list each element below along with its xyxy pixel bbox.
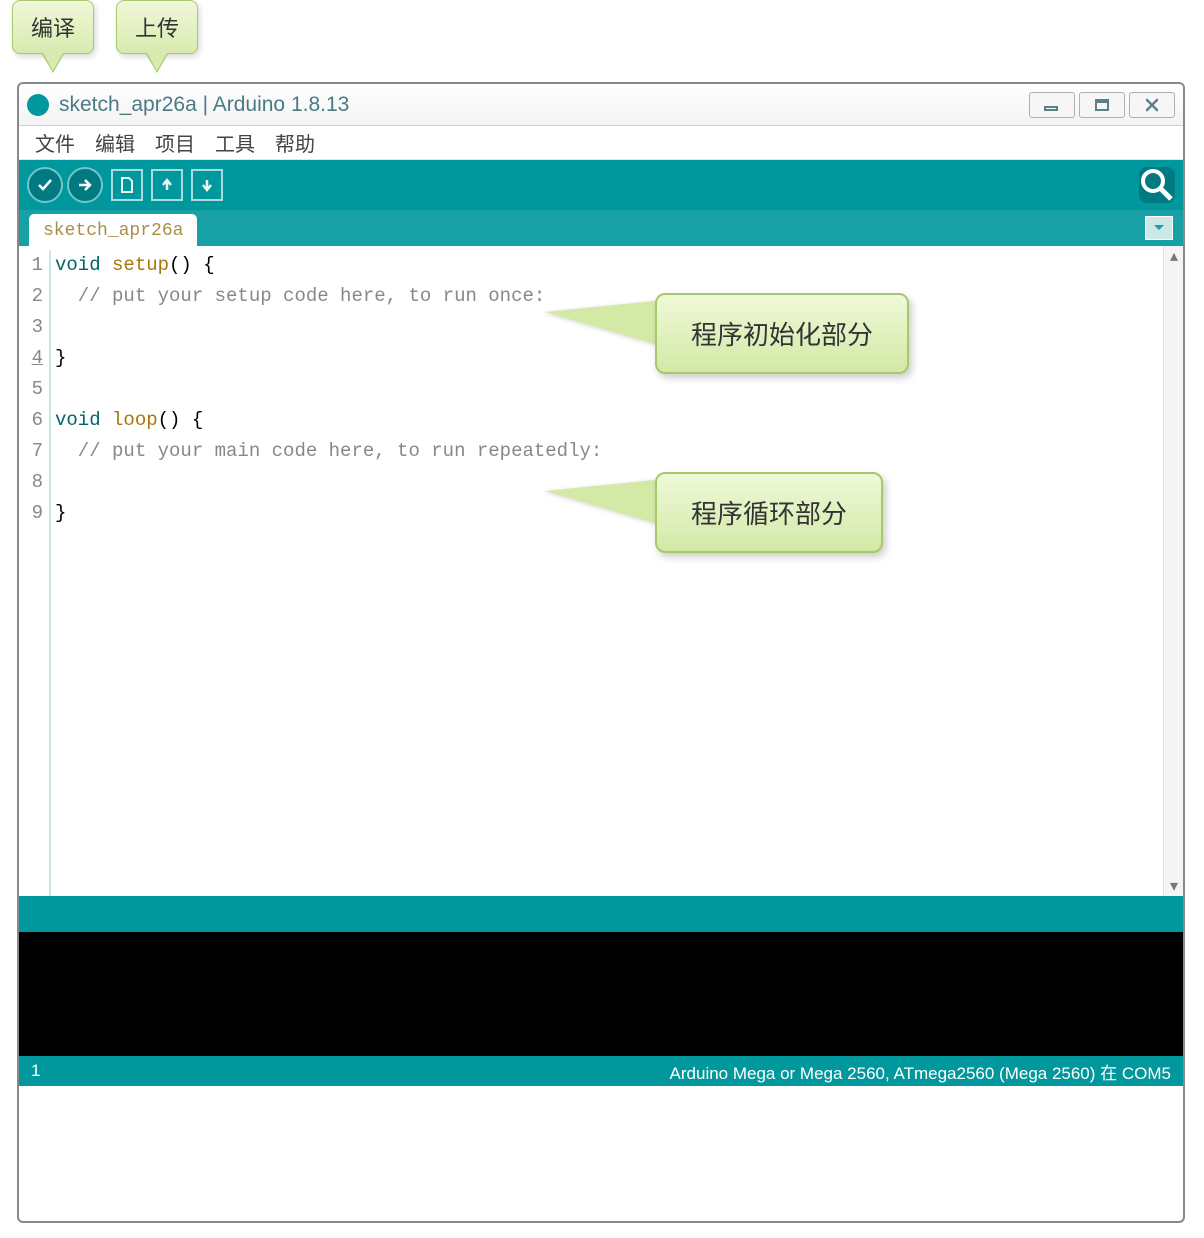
window-title: sketch_apr26a | Arduino 1.8.13	[59, 93, 1025, 117]
arduino-app-icon	[27, 94, 49, 116]
maximize-icon	[1093, 98, 1111, 112]
callout-upload: 上传	[116, 0, 198, 54]
arduino-window: sketch_apr26a | Arduino 1.8.13 文件 编辑 项目 …	[17, 82, 1185, 1223]
verify-button[interactable]	[27, 167, 63, 203]
menu-tools[interactable]: 工具	[205, 125, 265, 160]
close-icon	[1143, 98, 1161, 112]
serial-monitor-button[interactable]	[1139, 167, 1175, 203]
status-bar	[19, 896, 1183, 932]
callout-compile: 编译	[12, 0, 94, 54]
scroll-up-icon[interactable]: ▴	[1164, 246, 1184, 266]
vertical-scrollbar[interactable]: ▴ ▾	[1163, 246, 1183, 896]
tabbar: sketch_apr26a	[19, 210, 1183, 246]
check-icon	[36, 176, 54, 194]
menubar: 文件 编辑 项目 工具 帮助	[19, 126, 1183, 160]
line-gutter: 1 2 3 4 5 6 7 8 9	[19, 250, 49, 896]
board-info: Arduino Mega or Mega 2560, ATmega2560 (M…	[61, 1059, 1171, 1084]
minimize-button[interactable]	[1029, 92, 1075, 118]
titlebar: sketch_apr26a | Arduino 1.8.13	[19, 84, 1183, 126]
menu-edit[interactable]: 编辑	[85, 125, 145, 160]
maximize-button[interactable]	[1079, 92, 1125, 118]
arrow-down-icon	[198, 176, 216, 194]
tab-menu-button[interactable]	[1145, 216, 1173, 240]
file-icon	[118, 176, 136, 194]
arrow-right-icon	[76, 176, 94, 194]
arrow-up-icon	[158, 176, 176, 194]
new-button[interactable]	[111, 169, 143, 201]
open-button[interactable]	[151, 169, 183, 201]
scroll-down-icon[interactable]: ▾	[1164, 876, 1184, 896]
toolbar	[19, 160, 1183, 210]
close-button[interactable]	[1129, 92, 1175, 118]
line-number: 1	[31, 1061, 61, 1081]
callout-loop: 程序循环部分	[655, 472, 883, 553]
callout-setup: 程序初始化部分	[655, 293, 909, 374]
output-console[interactable]	[19, 932, 1183, 1056]
chevron-down-icon	[1153, 224, 1165, 232]
menu-help[interactable]: 帮助	[265, 125, 325, 160]
save-button[interactable]	[191, 169, 223, 201]
tab-sketch[interactable]: sketch_apr26a	[29, 214, 197, 246]
minimize-icon	[1043, 98, 1061, 112]
footer: 1 Arduino Mega or Mega 2560, ATmega2560 …	[19, 1056, 1183, 1086]
upload-button[interactable]	[67, 167, 103, 203]
menu-sketch[interactable]: 项目	[145, 125, 205, 160]
callout-tail-setup	[545, 300, 665, 347]
magnifier-icon	[1139, 167, 1175, 203]
menu-file[interactable]: 文件	[25, 125, 85, 160]
callout-tail-loop	[545, 479, 665, 526]
